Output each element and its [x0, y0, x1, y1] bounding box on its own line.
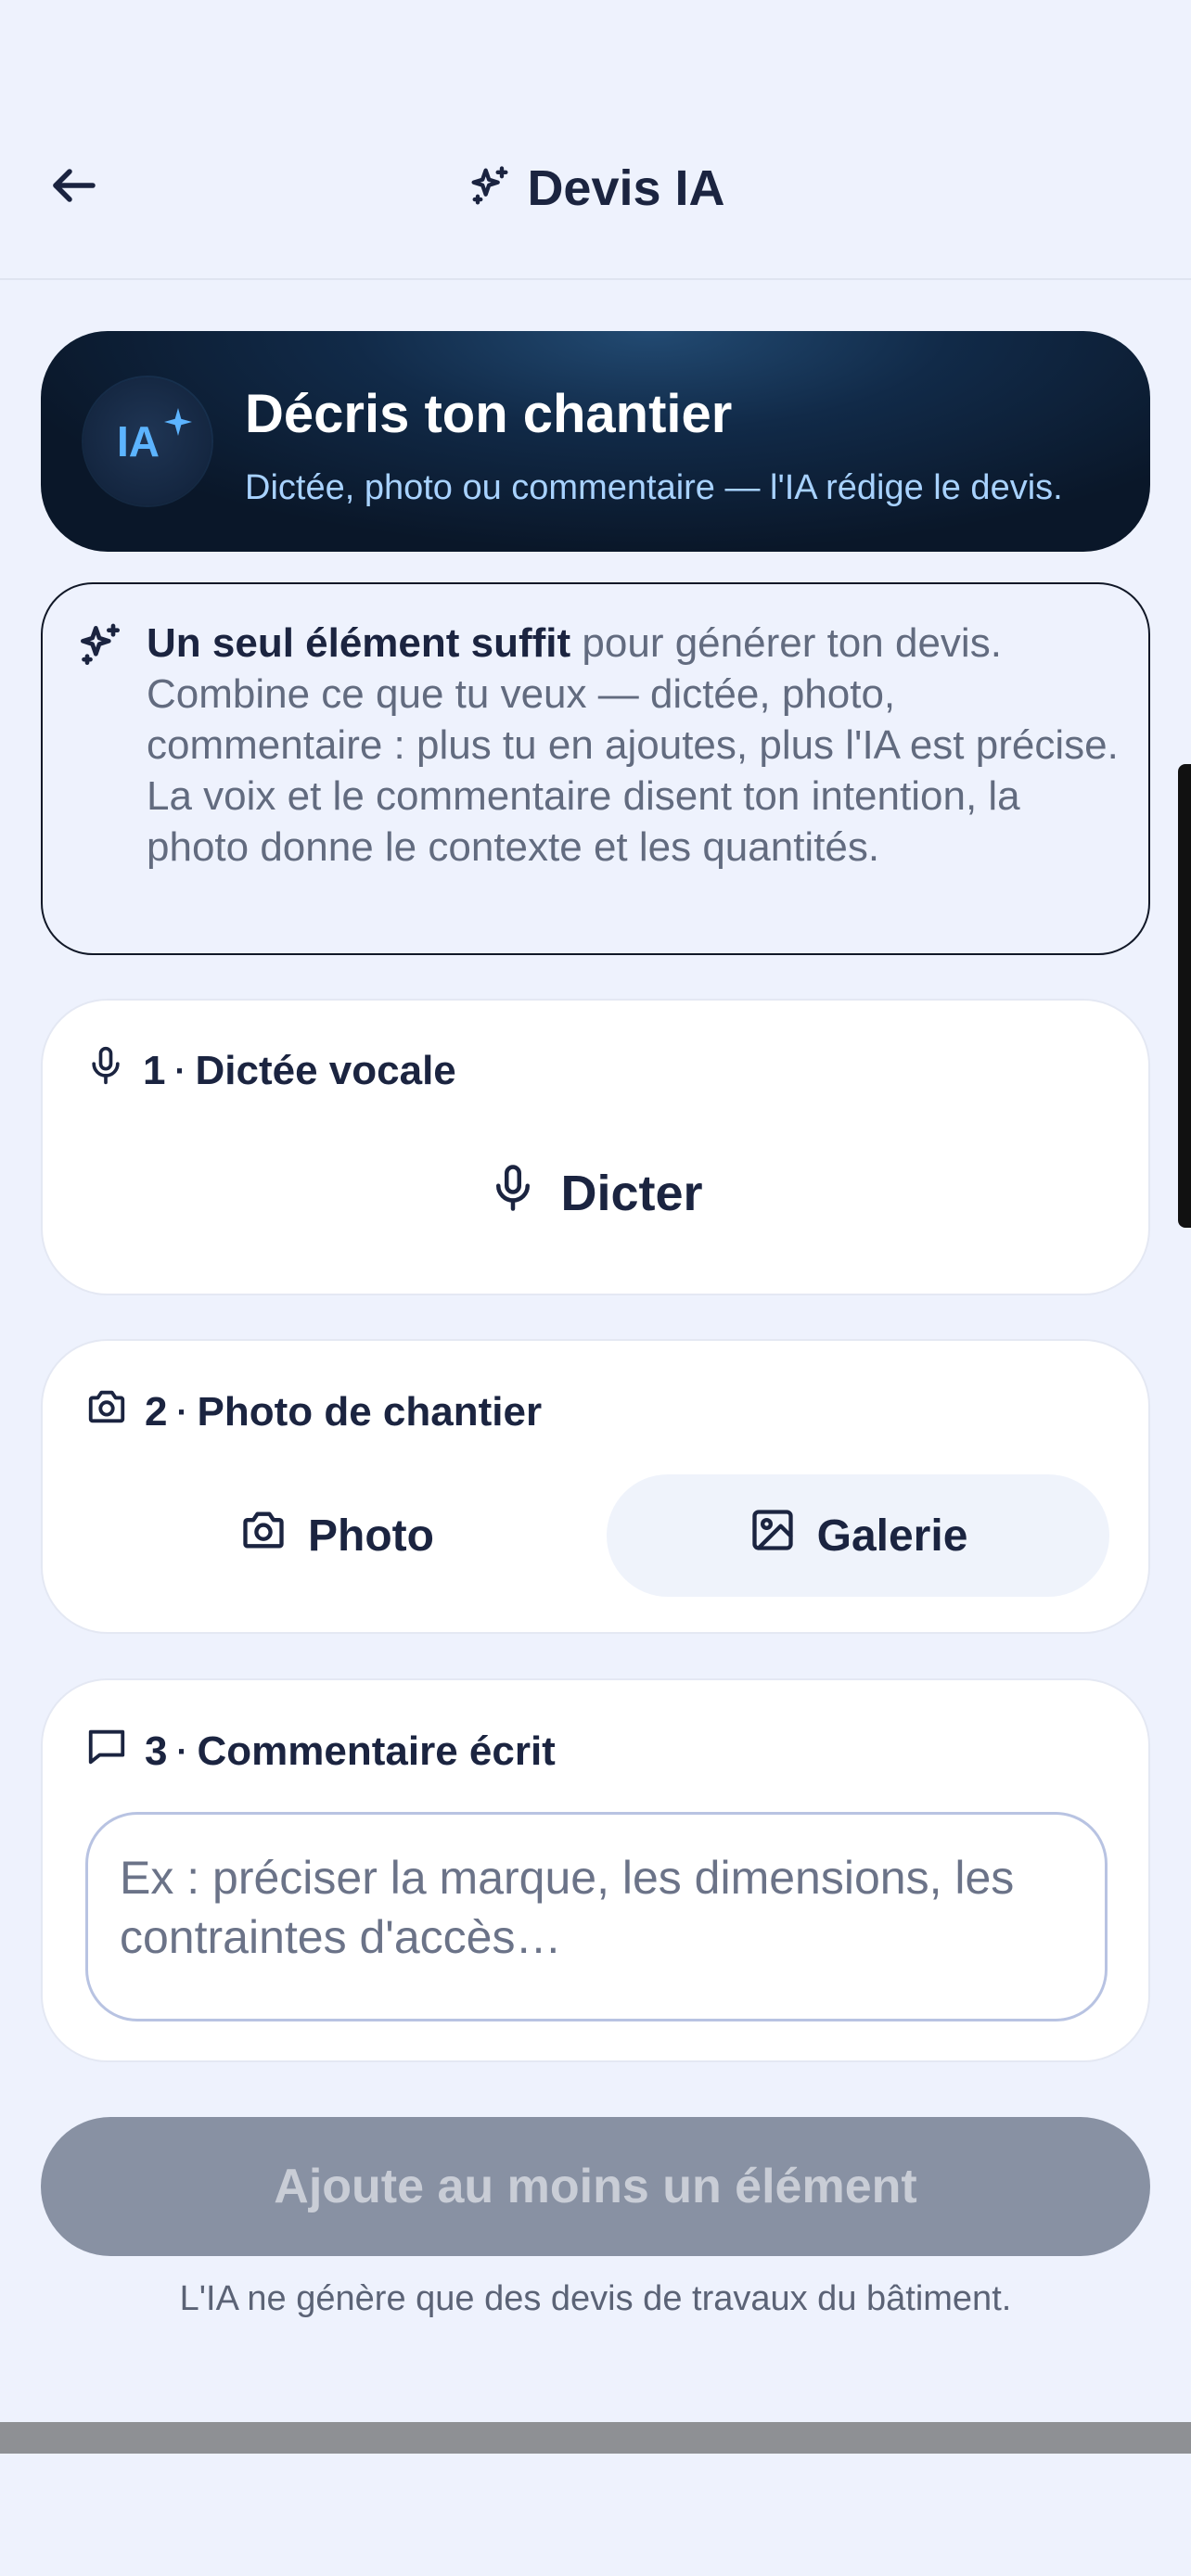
sparkles-icon: [74, 619, 126, 676]
section-number: 3: [145, 1728, 168, 1774]
gallery-label: Galerie: [816, 1511, 968, 1561]
section-label: Commentaire écrit: [197, 1728, 556, 1774]
info-text: Un seul élément suffit pour générer ton …: [147, 618, 1121, 873]
message-square-icon: [85, 1725, 128, 1778]
take-photo-button[interactable]: Photo: [85, 1474, 588, 1597]
comment-section-title: 3 · Commentaire écrit: [85, 1725, 556, 1778]
take-photo-label: Photo: [308, 1511, 434, 1561]
camera-icon: [239, 1506, 288, 1565]
info-box: Un seul élément suffit pour générer ton …: [41, 582, 1150, 955]
sparkle-icon: [161, 405, 195, 443]
hero-subtitle: Dictée, photo ou commentaire — l'IA rédi…: [245, 468, 1063, 507]
bottom-divider: [0, 2422, 1191, 2454]
comment-input[interactable]: [85, 1812, 1108, 2021]
hero-banner: IA Décris ton chantier Dictée, photo ou …: [41, 331, 1150, 552]
ai-badge: IA: [83, 377, 211, 505]
section-label: Photo de chantier: [197, 1388, 543, 1435]
scroll-handle[interactable]: [1178, 764, 1191, 1228]
hero-title: Décris ton chantier: [245, 384, 733, 444]
page-title: Devis IA: [0, 156, 1191, 221]
dictate-button-label: Dicter: [560, 1166, 703, 1221]
section-number: 2: [145, 1388, 168, 1435]
microphone-icon: [488, 1163, 538, 1225]
screen: Devis IA IA Décris ton chantier Dictée, …: [0, 0, 1191, 2576]
section-label: Dictée vocale: [195, 1047, 456, 1093]
voice-section-title: 1 · Dictée vocale: [85, 1045, 456, 1096]
app-header: Devis IA: [0, 0, 1191, 280]
info-text-bold: Un seul élément suffit: [147, 620, 571, 666]
voice-section: 1 · Dictée vocale Dicter: [41, 999, 1150, 1295]
gallery-button[interactable]: Galerie: [607, 1474, 1109, 1597]
image-icon: [749, 1506, 797, 1565]
dictate-button[interactable]: Dicter: [43, 1147, 1148, 1240]
comment-section: 3 · Commentaire écrit: [41, 1678, 1150, 2062]
generate-quote-button[interactable]: Ajoute au moins un élément: [41, 2117, 1150, 2256]
camera-icon: [85, 1385, 128, 1438]
page-title-text: Devis IA: [527, 160, 725, 216]
ai-badge-text: IA: [117, 417, 160, 465]
photo-section-title: 2 · Photo de chantier: [85, 1385, 542, 1438]
microphone-icon: [85, 1045, 126, 1096]
disclaimer-text: L'IA ne génère que des devis de travaux …: [179, 2279, 1012, 2318]
section-number: 1: [143, 1047, 166, 1093]
photo-section: 2 · Photo de chantier Photo Galerie: [41, 1339, 1150, 1634]
sparkles-icon: [466, 162, 514, 215]
